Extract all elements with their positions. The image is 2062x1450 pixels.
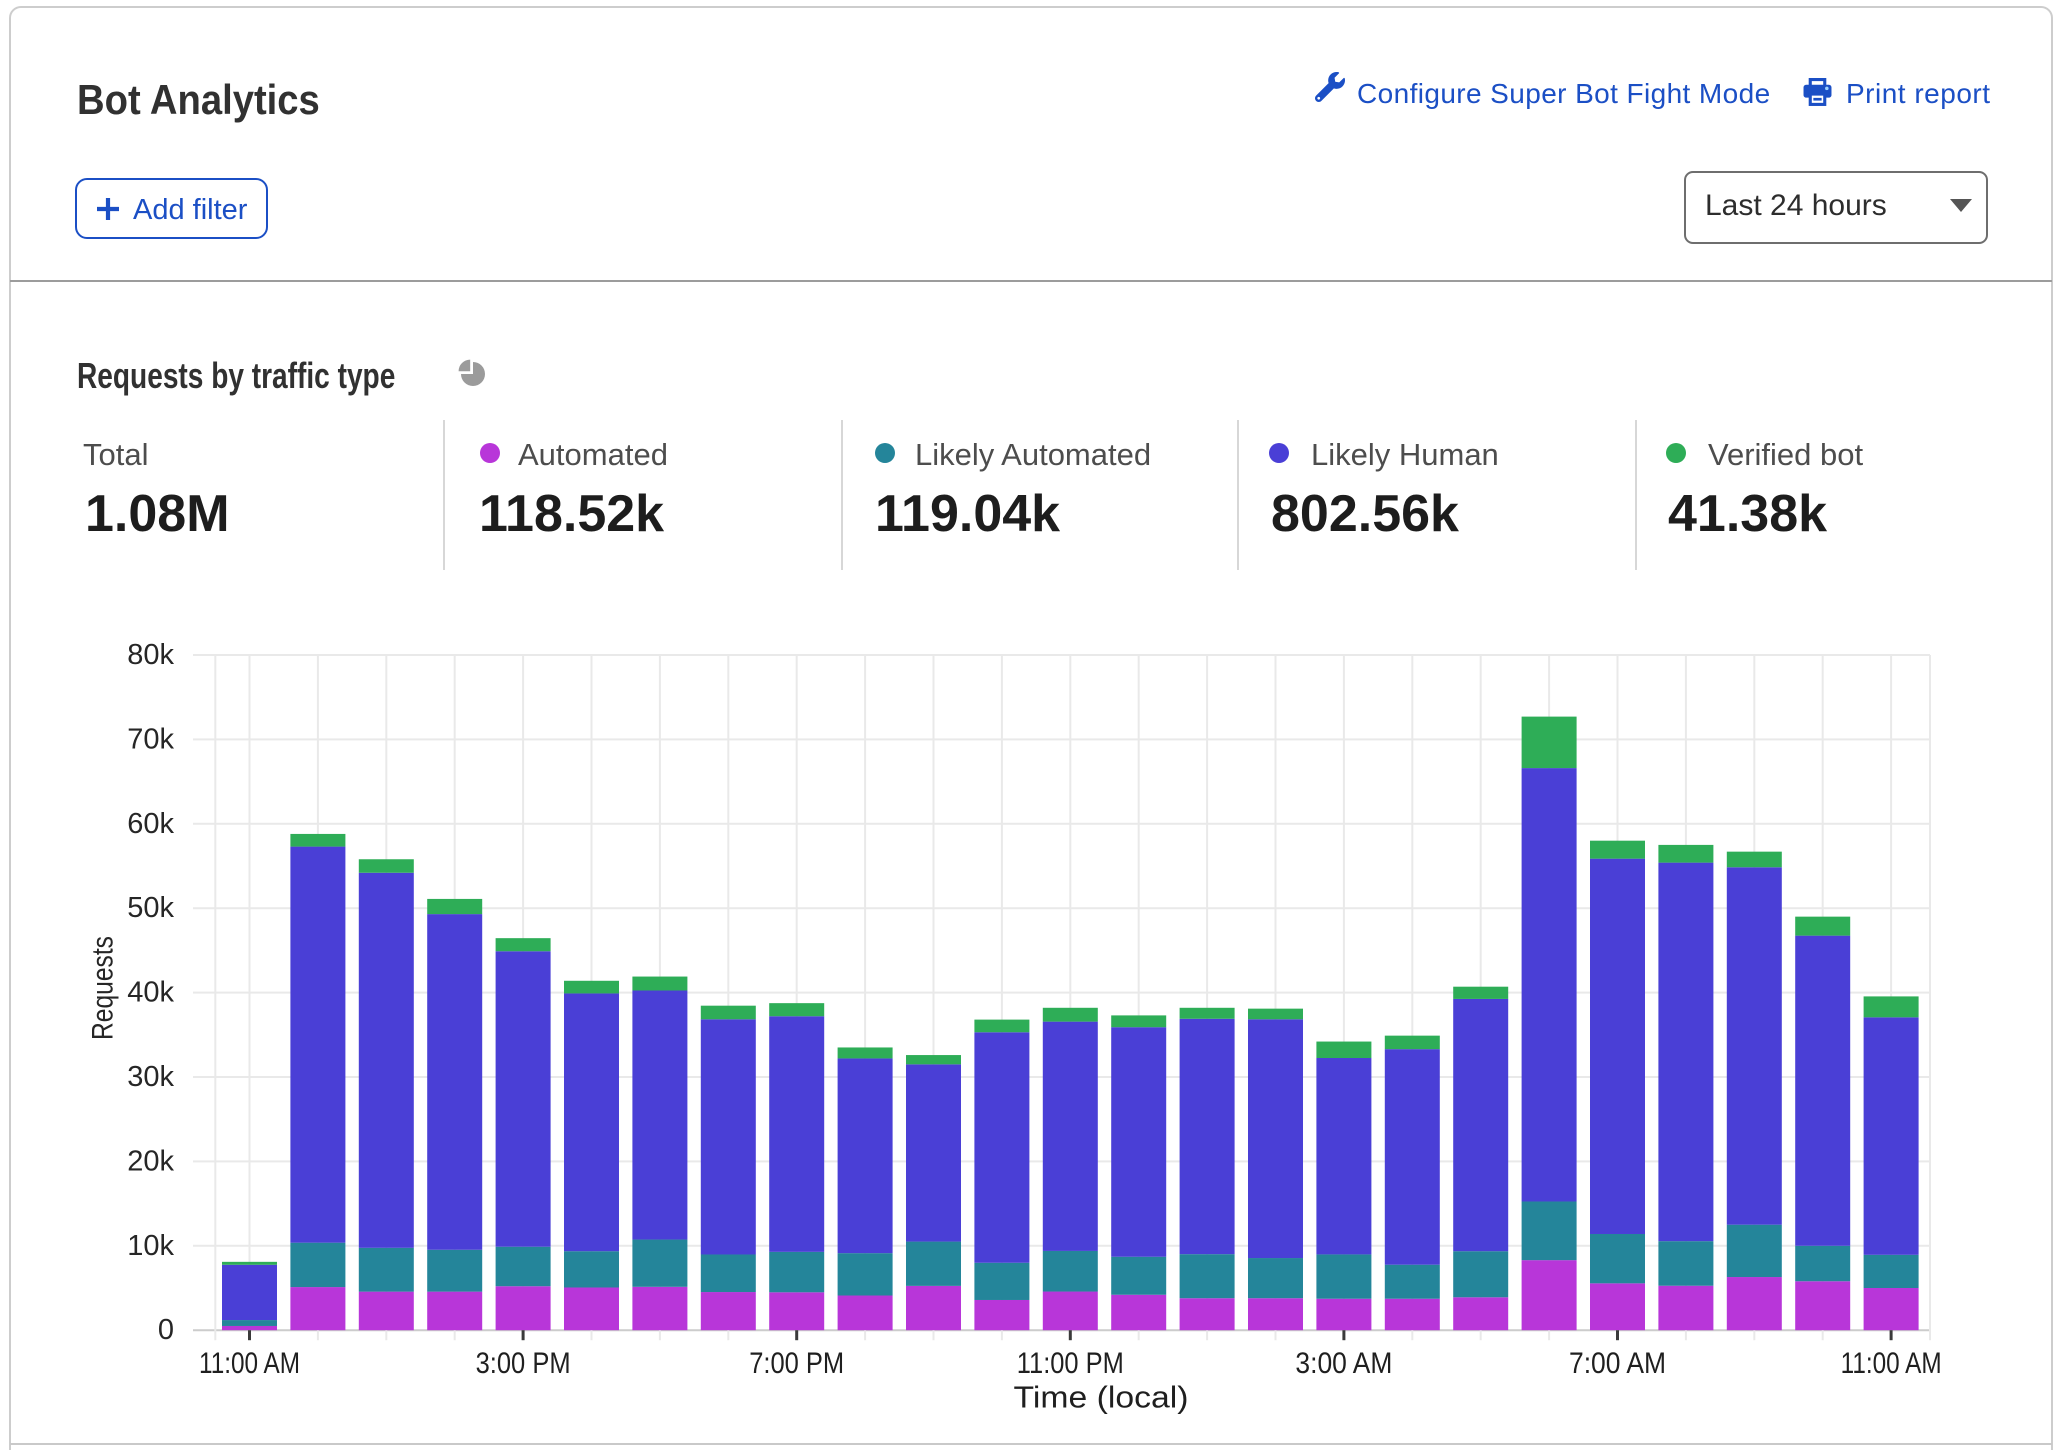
svg-text:20k: 20k	[127, 1145, 174, 1177]
svg-text:Time (local): Time (local)	[1014, 1380, 1189, 1415]
svg-text:3:00 PM: 3:00 PM	[476, 1347, 571, 1380]
svg-text:80k: 80k	[127, 639, 174, 671]
svg-text:3:00 AM: 3:00 AM	[1295, 1347, 1392, 1380]
svg-text:11:00 PM: 11:00 PM	[1017, 1347, 1124, 1380]
svg-text:7:00 PM: 7:00 PM	[749, 1347, 844, 1380]
svg-text:Requests: Requests	[87, 936, 120, 1040]
svg-text:40k: 40k	[127, 977, 174, 1009]
svg-text:70k: 70k	[127, 723, 174, 755]
svg-text:50k: 50k	[127, 892, 174, 924]
svg-text:10k: 10k	[127, 1230, 174, 1262]
svg-text:11:00 AM: 11:00 AM	[1841, 1347, 1942, 1380]
svg-text:0: 0	[158, 1314, 174, 1346]
svg-text:11:00 AM: 11:00 AM	[199, 1347, 300, 1380]
svg-text:60k: 60k	[127, 808, 174, 840]
svg-text:7:00 AM: 7:00 AM	[1569, 1347, 1666, 1380]
svg-text:30k: 30k	[127, 1061, 174, 1093]
